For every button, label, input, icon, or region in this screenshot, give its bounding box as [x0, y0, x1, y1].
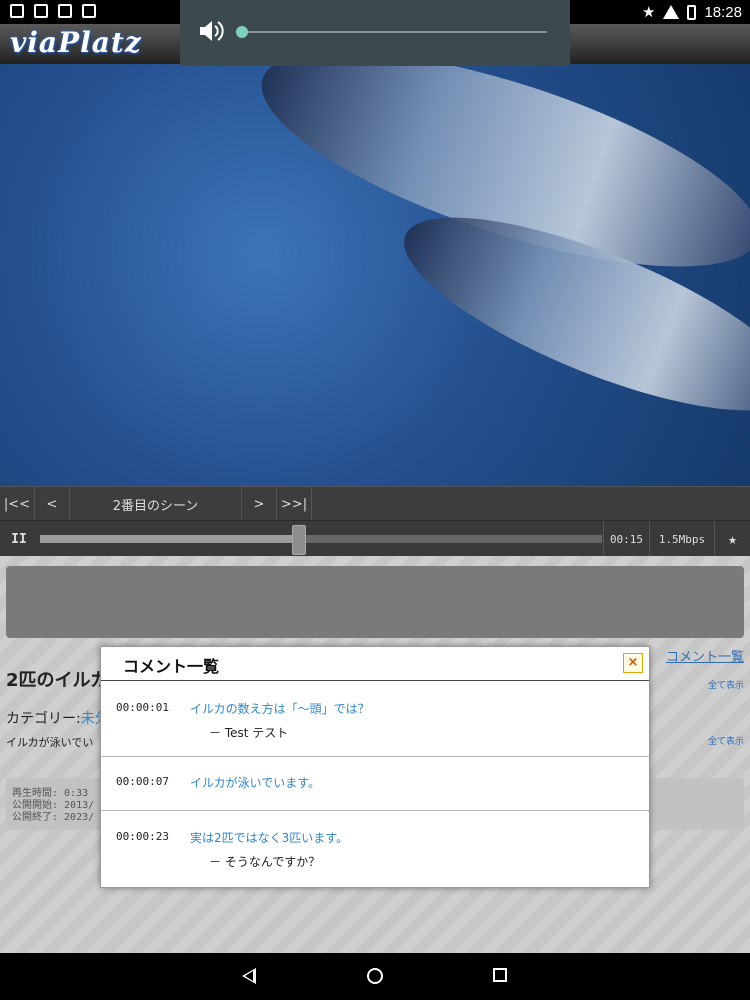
comment-reply: － Test テスト [209, 726, 289, 740]
recent-apps-icon[interactable] [493, 968, 507, 982]
scene-title: 2番目のシーン [70, 487, 242, 521]
comment-row[interactable]: 00:00:01 イルカの数え方は「～頭」では？ － Test テスト [101, 681, 649, 757]
ad-area [6, 566, 744, 638]
progress-fill [40, 535, 299, 543]
comment-time[interactable]: 00:00:01 [116, 701, 169, 714]
current-time: 00:15 [603, 521, 649, 557]
modal-header: コメント一覧 × [101, 647, 649, 681]
show-all-link[interactable]: 全て表示 [708, 678, 744, 691]
first-scene-button[interactable]: |<< [0, 487, 35, 521]
battery-icon [687, 4, 697, 20]
comment-list-link[interactable]: コメント一覧 [666, 646, 744, 665]
comment-list-modal: コメント一覧 × 00:00:01 イルカの数え方は「～頭」では？ － Test… [100, 646, 650, 888]
category-label: カテゴリー: [6, 711, 81, 727]
comment-row[interactable]: 00:00:23 実は2匹ではなく3匹います。 － そうなんですか？ [101, 811, 649, 888]
pause-button[interactable]: II [0, 521, 38, 557]
comment-text[interactable]: イルカが泳いでいます。 [190, 774, 320, 791]
category: カテゴリー:未分 [6, 708, 109, 728]
comment-time[interactable]: 00:00:07 [116, 775, 169, 788]
comment-time[interactable]: 00:00:23 [116, 830, 169, 843]
android-notification-icon [58, 4, 72, 18]
app-logo[interactable]: viaPlatz [10, 26, 142, 59]
volume-icon [200, 21, 224, 41]
video-player[interactable] [0, 64, 750, 486]
download-notification-icon [34, 4, 48, 18]
show-all-link[interactable]: 全て表示 [708, 734, 744, 747]
progress-track[interactable] [40, 525, 602, 555]
comment-text[interactable]: 実は2匹ではなく3匹います。 [190, 829, 348, 846]
system-nav-bar [0, 953, 750, 1000]
prev-scene-button[interactable]: < [35, 487, 70, 521]
clock: 18:28 [704, 3, 742, 21]
favorite-star-icon[interactable]: ★ [714, 521, 750, 557]
back-icon[interactable] [242, 968, 256, 984]
publish-end: 公開終了: 2023/ [12, 812, 95, 823]
comment-reply: － そうなんですか？ [209, 855, 321, 869]
video-title: 2匹のイルカ [6, 670, 108, 691]
volume-slider-track[interactable] [242, 31, 547, 33]
next-scene-button[interactable]: > [242, 487, 277, 521]
close-button[interactable]: × [623, 653, 643, 673]
star-status-icon: ★ [642, 4, 656, 21]
bitrate-button[interactable]: 1.5Mbps [649, 521, 714, 557]
wifi-icon [663, 5, 680, 19]
gallery-notification-icon [10, 4, 24, 18]
last-scene-button[interactable]: >>| [277, 487, 312, 521]
volume-slider-knob[interactable] [236, 26, 248, 38]
seek-bar: II 00:15 1.5Mbps ★ [0, 520, 750, 557]
home-icon[interactable] [367, 968, 383, 984]
comment-text[interactable]: イルカの数え方は「～頭」では？ [190, 700, 370, 717]
modal-title: コメント一覧 [123, 657, 220, 676]
clipboard-notification-icon [82, 4, 96, 18]
comment-row[interactable]: 00:00:07 イルカが泳いでいます。 [101, 757, 649, 811]
progress-handle[interactable] [291, 525, 306, 555]
scene-nav-bar: |<< < 2番目のシーン > >>| [0, 486, 750, 521]
video-description: イルカが泳いでい [6, 736, 94, 749]
volume-popup [180, 0, 570, 66]
